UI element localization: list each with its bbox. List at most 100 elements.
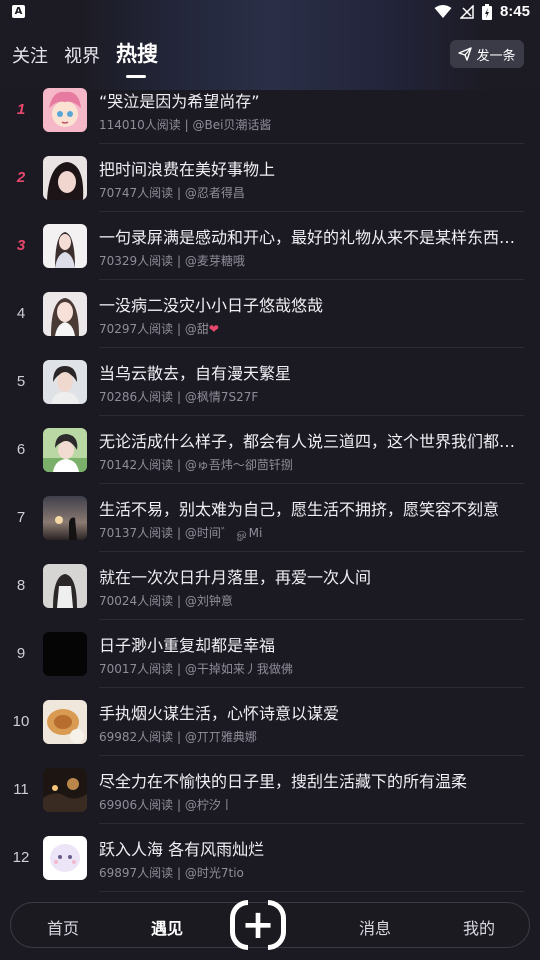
item-title: 日子渺小重复却都是幸福 xyxy=(99,636,276,655)
read-count: 70142人阅读 xyxy=(99,458,174,472)
read-count: 70297人阅读 xyxy=(99,322,174,336)
author-name: @干掉如来丿我做佛 xyxy=(184,662,293,676)
item-meta: 70024人阅读 | @刘钟意 xyxy=(99,594,233,608)
read-count: 70137人阅读 xyxy=(99,526,174,540)
item-title: 当乌云散去，自有漫天繁星 xyxy=(99,364,292,383)
nav-home[interactable]: 首页 xyxy=(47,915,79,939)
read-count: 69906人阅读 xyxy=(99,798,174,812)
post-button[interactable]: 发一条 xyxy=(450,40,524,68)
avatar[interactable] xyxy=(43,496,87,540)
rank-number: 12 xyxy=(12,849,30,866)
avatar[interactable] xyxy=(43,156,87,200)
avatar[interactable] xyxy=(43,564,87,608)
rank-number: 2 xyxy=(16,169,26,186)
read-count: 70024人阅读 xyxy=(99,594,174,608)
author-name: @时光7tio xyxy=(184,866,244,880)
author-name: @ゅ吾炜～卻茴钎捌 xyxy=(184,458,293,472)
item-meta: 70747人阅读 | @忍者得昌 xyxy=(99,186,245,200)
item-meta: 69897人阅读 | @时光7tio xyxy=(99,866,244,880)
list-item[interactable]: 9 日子渺小重复却都是幸福 70017人阅读 | @干掉如来丿我做佛 xyxy=(0,620,540,688)
rank-number: 11 xyxy=(13,781,29,798)
nav-messages[interactable]: 消息 xyxy=(359,915,391,939)
item-title: 一没病二没灾小小日子悠哉悠哉 xyxy=(99,296,324,315)
add-button-bracket-left xyxy=(230,900,248,950)
rank-number: 6 xyxy=(16,441,26,458)
item-meta: 70297人阅读 | @甜❤ xyxy=(99,322,219,336)
item-meta: 70137人阅读 | @时间゛ ௐMi xyxy=(99,526,263,540)
list-item[interactable]: 8 就在一次次日升月落里，再爱一次人间 70024人阅读 | @刘钟意 xyxy=(0,552,540,620)
item-meta: 70286人阅读 | @枫情7S27F xyxy=(99,390,259,404)
post-button-label: 发一条 xyxy=(476,48,516,64)
avatar[interactable] xyxy=(43,88,87,132)
status-time: 8:45 xyxy=(499,3,530,20)
top-tabs: 关注 视界 热搜 xyxy=(12,38,158,78)
avatar[interactable] xyxy=(43,700,87,744)
avatar[interactable] xyxy=(43,836,87,880)
rank-number: 1 xyxy=(16,101,26,118)
author-name: @Bei贝潮话酱 xyxy=(192,118,272,132)
nav-meet[interactable]: 遇见 xyxy=(151,915,183,939)
add-button-bracket-right xyxy=(268,900,286,950)
list-item[interactable]: 3 一句录屏满是感动和开心，最好的礼物从来不是某样东西，… 70329人阅读 |… xyxy=(0,212,540,280)
list-item[interactable]: 11 尽全力在不愉快的日子里，搜刮生活藏下的所有温柔 69906人阅读 | @柠… xyxy=(0,756,540,824)
rank-number: 7 xyxy=(16,509,26,526)
read-count: 70286人阅读 xyxy=(99,390,174,404)
tab-vision[interactable]: 视界 xyxy=(64,42,100,68)
author-name: @忍者得昌 xyxy=(184,186,245,200)
item-title: 跃入人海 各有风雨灿烂 xyxy=(99,840,265,859)
list-item[interactable]: 5 当乌云散去，自有漫天繁星 70286人阅读 | @枫情7S27F xyxy=(0,348,540,416)
rank-number: 5 xyxy=(16,373,26,390)
item-title: 就在一次次日升月落里，再爱一次人间 xyxy=(99,568,372,587)
status-bar: A 8:45 xyxy=(0,0,540,28)
read-count: 70329人阅读 xyxy=(99,254,174,268)
item-meta: 70017人阅读 | @干掉如来丿我做佛 xyxy=(99,662,293,676)
list-item[interactable]: 2 把时间浪费在美好事物上 70747人阅读 | @忍者得昌 xyxy=(0,144,540,212)
wifi-icon xyxy=(434,4,452,18)
item-title: “哭泣是因为希望尚存” xyxy=(99,92,260,111)
avatar[interactable] xyxy=(43,360,87,404)
read-count: 69897人阅读 xyxy=(99,866,174,880)
author-name: @刘钟意 xyxy=(184,594,233,608)
item-meta: 70142人阅读 | @ゅ吾炜～卻茴钎捌 xyxy=(99,458,293,472)
item-meta: 69906人阅读 | @柠汐丨 xyxy=(99,798,233,812)
author-name: @枫情7S27F xyxy=(184,390,259,404)
app-notification-icon: A xyxy=(12,5,25,18)
avatar[interactable] xyxy=(43,428,87,472)
tab-hot-search[interactable]: 热搜 xyxy=(116,38,158,78)
read-count: 69982人阅读 xyxy=(99,730,174,744)
list-item[interactable]: 10 手执烟火谋生活，心怀诗意以谋爱 69982人阅读 | @丌丌雅典娜 xyxy=(0,688,540,756)
rank-number: 10 xyxy=(12,713,30,730)
author-name: @丌丌雅典娜 xyxy=(184,730,257,744)
tab-follow[interactable]: 关注 xyxy=(12,42,48,68)
heart-icon: ❤ xyxy=(208,322,219,336)
avatar[interactable] xyxy=(43,224,87,268)
list-item[interactable]: 12 跃入人海 各有风雨灿烂 69897人阅读 | @时光7tio xyxy=(0,824,540,892)
item-title: 尽全力在不愉快的日子里，搜刮生活藏下的所有温柔 xyxy=(99,772,468,791)
hot-search-list: 1 “哭泣是因为希望尚存” 114010人阅读 | @Bei贝潮话酱 2 把时间… xyxy=(0,76,540,892)
read-count: 70747人阅读 xyxy=(99,186,174,200)
author-name: @甜 xyxy=(184,322,209,336)
author-name: @时间゛ ௐMi xyxy=(184,526,263,540)
avatar[interactable] xyxy=(43,632,87,676)
avatar[interactable] xyxy=(43,292,87,336)
avatar[interactable] xyxy=(43,768,87,812)
list-item[interactable]: 4 一没病二没灾小小日子悠哉悠哉 70297人阅读 | @甜❤ xyxy=(0,280,540,348)
rank-number: 4 xyxy=(16,305,26,322)
item-title: 手执烟火谋生活，心怀诗意以谋爱 xyxy=(99,704,340,723)
read-count: 70017人阅读 xyxy=(99,662,174,676)
rank-number: 8 xyxy=(16,577,26,594)
send-icon xyxy=(458,47,473,61)
list-item[interactable]: 7 生活不易，别太难为自己，愿生活不拥挤，愿笑容不刻意 70137人阅读 | @… xyxy=(0,484,540,552)
item-title: 无论活成什么样子，都会有人说三道四，这个世界我们都只… xyxy=(99,432,529,451)
divider xyxy=(99,891,524,892)
battery-icon xyxy=(481,3,492,20)
nav-mine[interactable]: 我的 xyxy=(463,915,495,939)
item-meta: 114010人阅读 | @Bei贝潮话酱 xyxy=(99,118,272,132)
list-item[interactable]: 6 无论活成什么样子，都会有人说三道四，这个世界我们都只… 70142人阅读 |… xyxy=(0,416,540,484)
rank-number: 3 xyxy=(16,237,26,254)
add-button[interactable]: + xyxy=(218,898,298,952)
item-meta: 70329人阅读 | @麦芽糖哦 xyxy=(99,254,245,268)
list-item[interactable]: 1 “哭泣是因为希望尚存” 114010人阅读 | @Bei贝潮话酱 xyxy=(0,76,540,144)
author-name: @柠汐丨 xyxy=(184,798,233,812)
status-icons: 8:45 xyxy=(434,3,530,20)
